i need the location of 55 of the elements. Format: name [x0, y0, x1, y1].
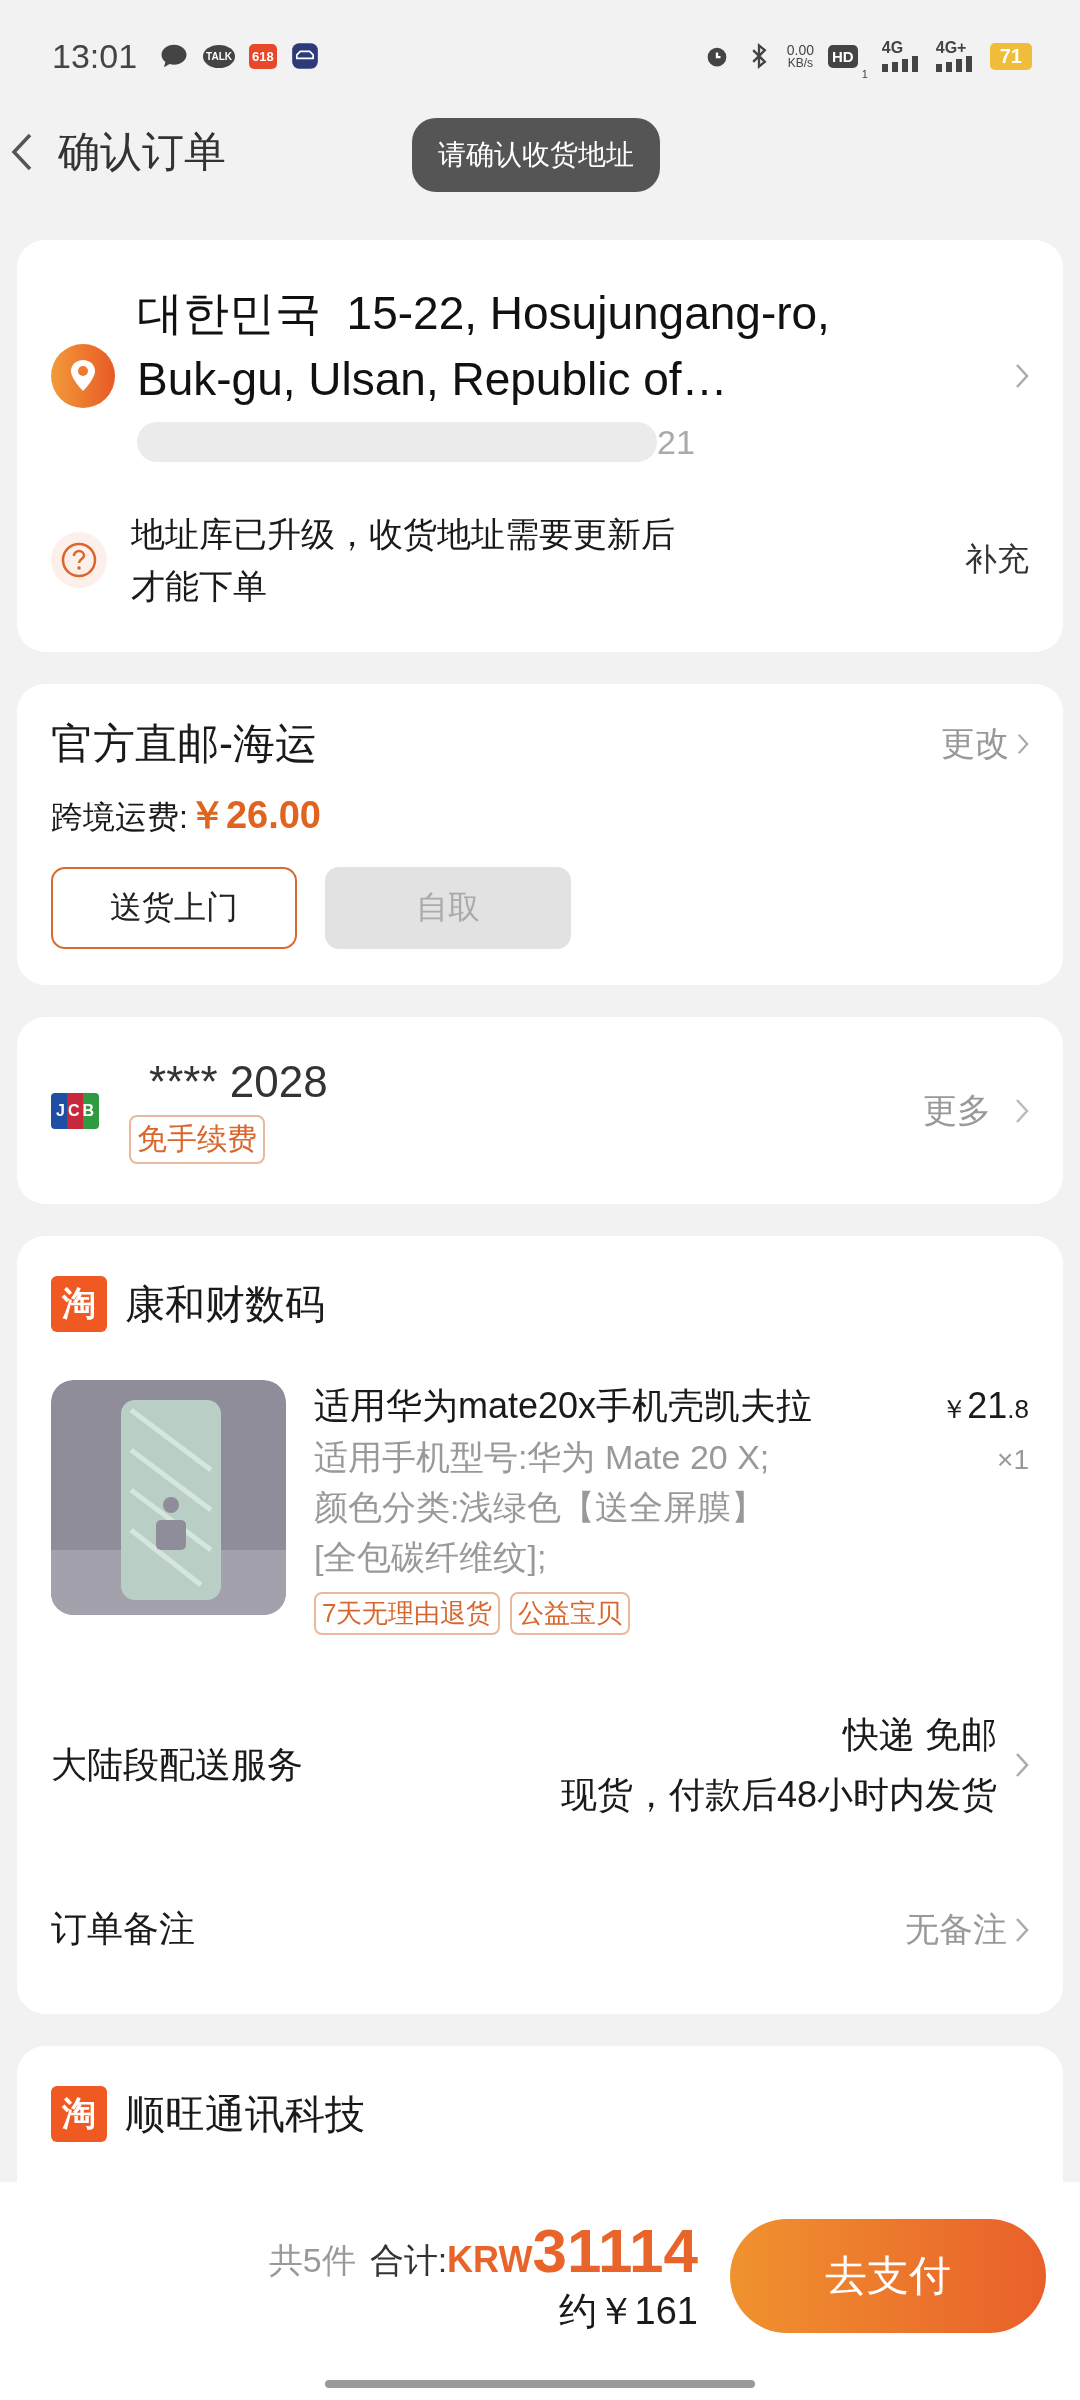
- location-icon: [51, 344, 115, 408]
- taobao-icon: 淘: [51, 1276, 107, 1332]
- chevron-right-icon: [1015, 1916, 1029, 1943]
- total-amount: KRW31114: [447, 2215, 698, 2286]
- product-price: ￥21.8: [941, 1384, 1029, 1428]
- pay-button[interactable]: 去支付: [730, 2219, 1046, 2333]
- delivery-method: 快递 免邮: [843, 1713, 997, 1757]
- network-type: 4G+: [935, 40, 967, 56]
- chevron-right-icon: [1015, 363, 1029, 389]
- address-line: Buk-gu, Ulsan, Republic of…: [137, 352, 729, 407]
- product-spec: 颜色分类:浅绿色【送全屏膜】[全包碳纤维纹];: [314, 1487, 767, 1578]
- battery-indicator: 71: [989, 42, 1032, 70]
- question-icon: [51, 532, 107, 588]
- card-number: **** 2028: [149, 1057, 328, 1107]
- talk-icon: TALK: [203, 44, 235, 68]
- net-unit: KB/s: [787, 57, 813, 69]
- address-line: 대한민국 15-22, Hosujungang-ro,: [137, 286, 831, 341]
- total-label: 合计:: [369, 2240, 448, 2281]
- fee-amount: ￥26.00: [187, 794, 321, 836]
- shipping-method: 官方直邮-海运: [51, 719, 317, 769]
- service-tag: 7天无理由退货: [314, 1592, 501, 1635]
- note-label: 订单备注: [51, 1907, 196, 1951]
- page-title: 确认订单: [58, 127, 226, 177]
- shop-name: 顺旺通讯科技: [125, 2090, 365, 2138]
- item-count: 共5件: [268, 2240, 356, 2281]
- status-time: 13:01: [52, 36, 138, 76]
- change-link[interactable]: 更改: [941, 721, 1029, 767]
- service-tag: 公益宝贝: [510, 1592, 631, 1635]
- chevron-right-icon: [1017, 733, 1029, 755]
- product-title: 适用华为mate20x手机壳凯夫拉: [314, 1384, 814, 1428]
- toast-message: 请确认收货地址: [412, 118, 660, 192]
- more-link[interactable]: 更多: [923, 1087, 1029, 1134]
- delivery-option[interactable]: 送货上门: [51, 867, 297, 949]
- delivery-label: 大陆段配送服务: [51, 1742, 304, 1787]
- phone-number: 21: [657, 422, 695, 462]
- net-speed: 0.00: [786, 43, 814, 57]
- address-card[interactable]: 대한민국 15-22, Hosujungang-ro, Buk-gu, Ulsan, Republic of… 21 地址库已升级，收货地址需要更新后才能下单 补充: [17, 240, 1063, 652]
- supplement-link[interactable]: 补充: [965, 538, 1029, 582]
- delivery-option[interactable]: 自取: [325, 867, 571, 949]
- car-app-icon: [290, 42, 319, 70]
- hd-index: 1: [861, 68, 868, 80]
- note-value[interactable]: 无备注: [905, 1906, 1029, 1953]
- chevron-right-icon: [1015, 1097, 1029, 1124]
- taobao-icon: 淘: [51, 2086, 107, 2142]
- hd-badge: HD: [827, 44, 858, 68]
- approx-amount: 约￥161: [558, 2289, 698, 2334]
- delivery-time: 现货，付款后48小时内发货: [560, 1773, 997, 1817]
- quantity: ×1: [997, 1443, 1029, 1477]
- product-spec: 适用手机型号:华为 Mate 20 X;: [314, 1437, 771, 1478]
- notice-text: 地址库已升级，收货地址需要更新后才能下单: [131, 514, 676, 607]
- promo-app-icon: 618: [249, 43, 277, 69]
- fee-free-tag: 免手续费: [129, 1115, 265, 1164]
- network-type: 4G: [881, 40, 904, 56]
- fee-label: 跨境运费:: [51, 799, 188, 835]
- shop-name: 康和财数码: [125, 1280, 325, 1328]
